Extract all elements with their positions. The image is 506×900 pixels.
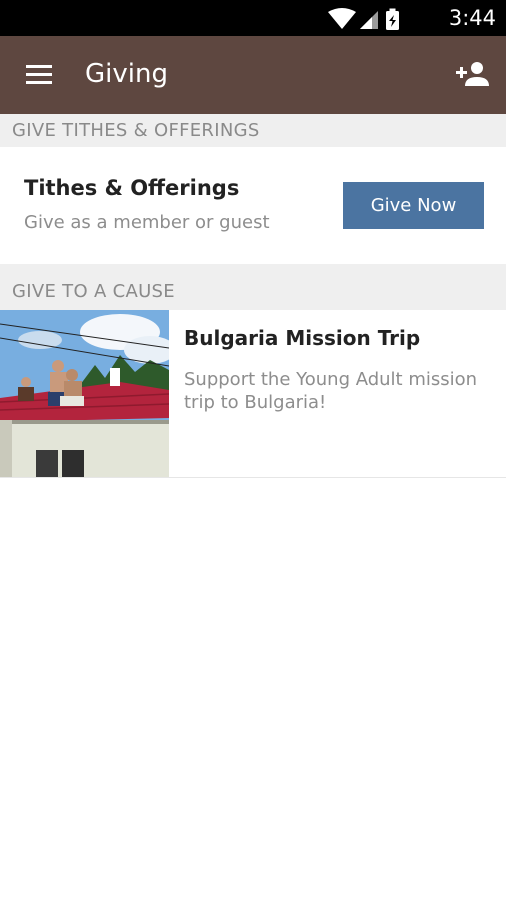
status-icons bbox=[328, 8, 399, 30]
cell-signal-icon bbox=[360, 11, 378, 29]
section-header-tithes-label: GIVE TITHES & OFFERINGS bbox=[12, 120, 260, 141]
battery-charging-icon bbox=[386, 8, 399, 30]
give-now-button[interactable]: Give Now bbox=[343, 182, 484, 229]
section-header-cause-label: GIVE TO A CAUSE bbox=[12, 281, 175, 302]
hamburger-menu-icon[interactable] bbox=[24, 61, 56, 89]
wifi-icon bbox=[328, 8, 356, 29]
tithes-title: Tithes & Offerings bbox=[24, 176, 240, 200]
add-user-icon[interactable] bbox=[454, 56, 492, 94]
status-time: 3:44 bbox=[448, 6, 496, 30]
mission-trip-photo bbox=[0, 310, 169, 477]
cause-image bbox=[0, 310, 169, 477]
cause-card[interactable]: Bulgaria Mission Trip Support the Young … bbox=[0, 310, 506, 478]
page-title: Giving bbox=[85, 59, 168, 89]
app-bar: Giving bbox=[0, 36, 506, 114]
section-header-tithes: GIVE TITHES & OFFERINGS bbox=[0, 114, 506, 147]
cause-description: Support the Young Adult mission trip to … bbox=[184, 369, 478, 413]
cause-title: Bulgaria Mission Trip bbox=[184, 326, 421, 350]
status-bar: 3:44 bbox=[0, 0, 506, 36]
section-header-cause: GIVE TO A CAUSE bbox=[0, 264, 506, 310]
tithes-subtitle: Give as a member or guest bbox=[24, 212, 270, 233]
